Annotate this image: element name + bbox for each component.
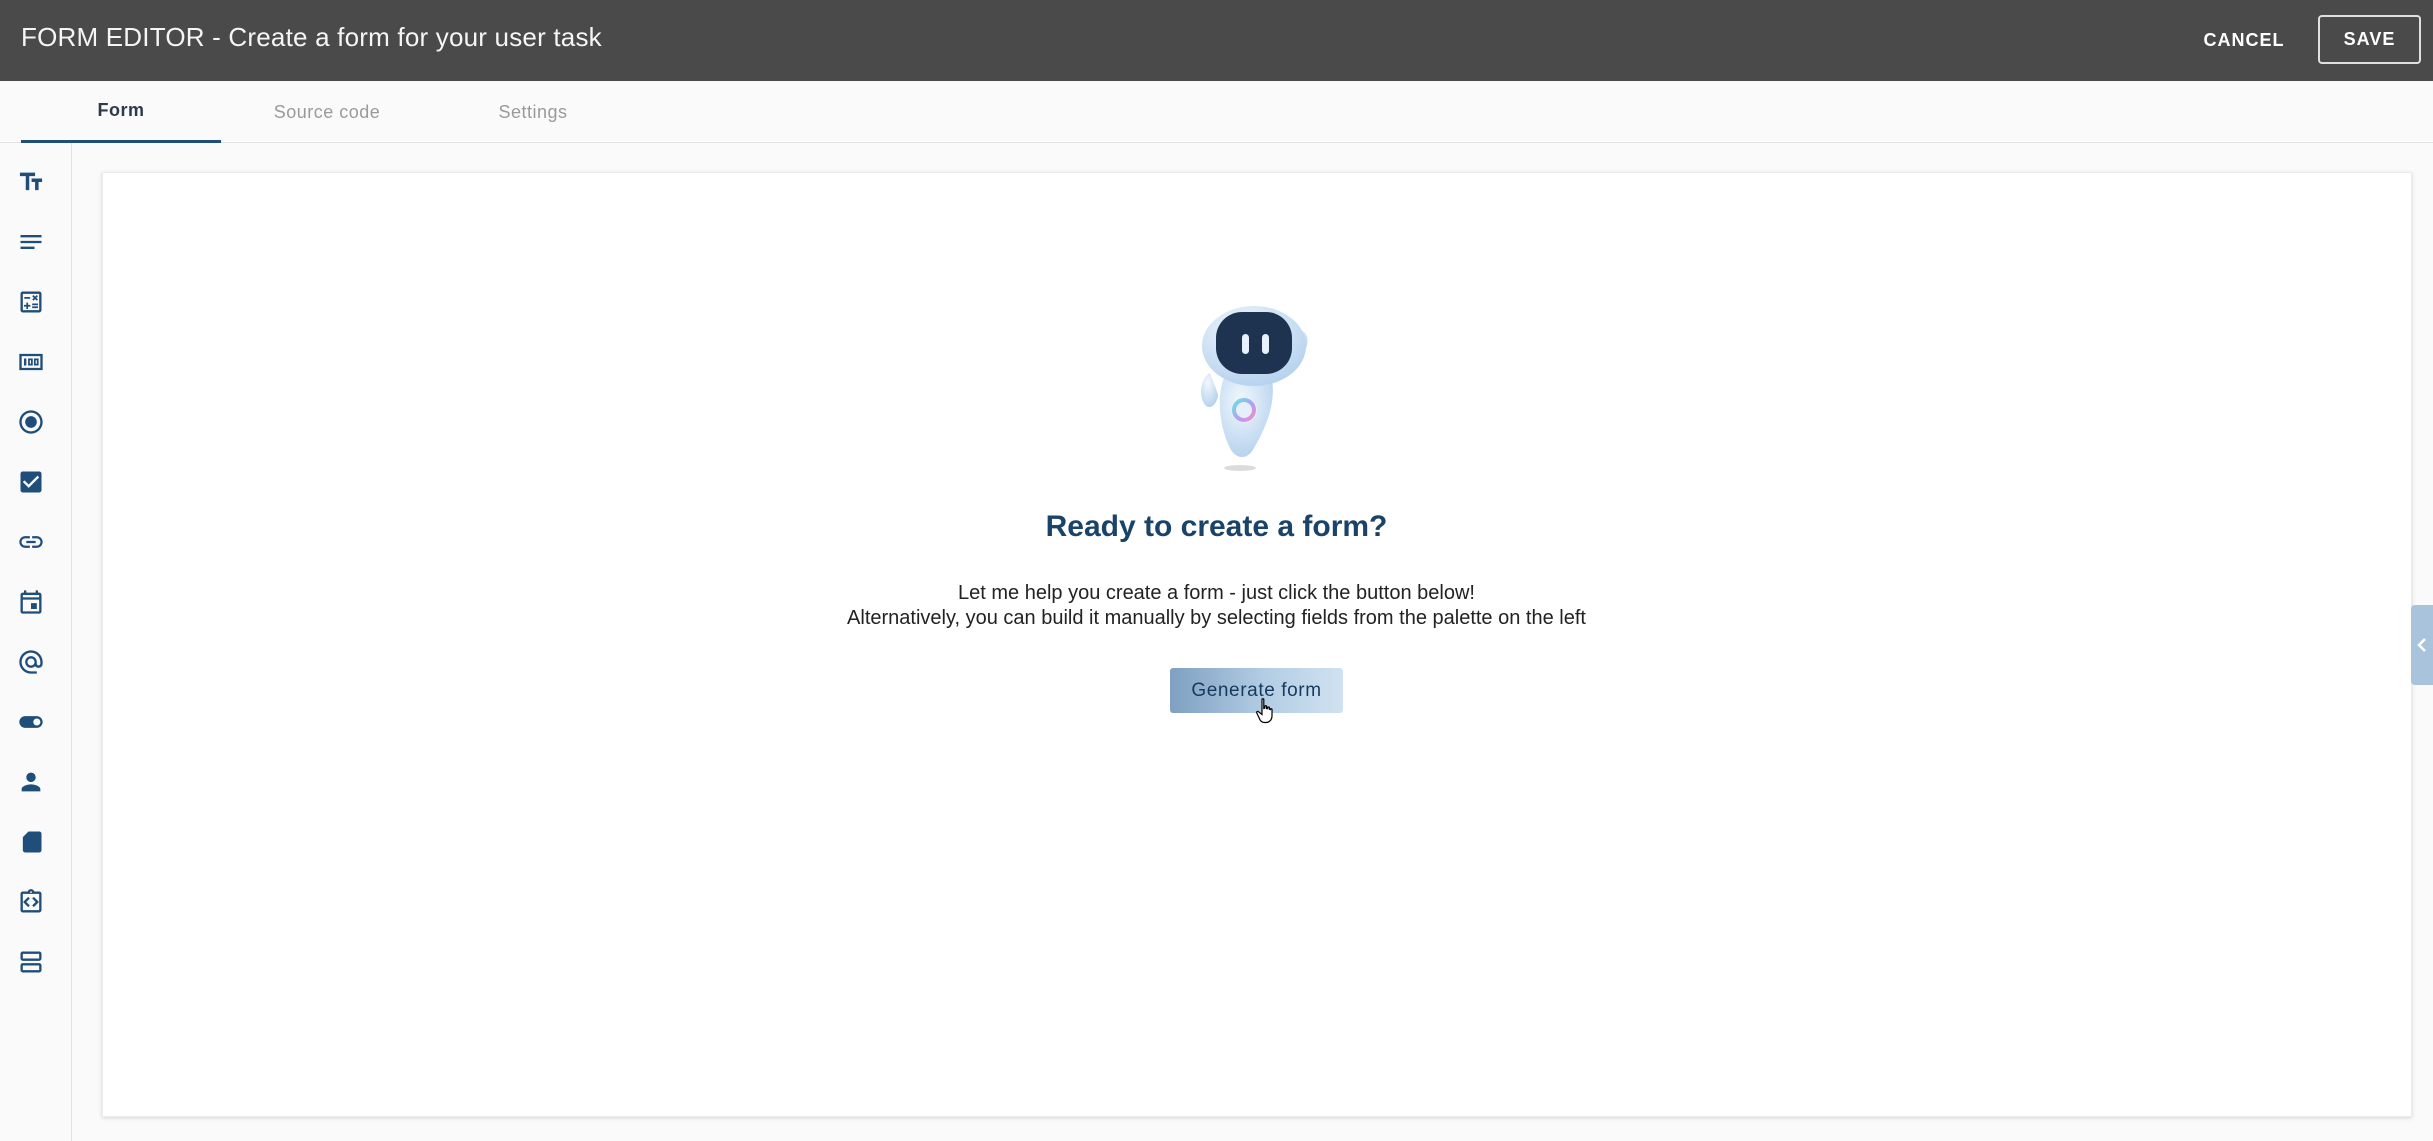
save-button[interactable]: SAVE xyxy=(2318,15,2421,64)
page-title: FORM EDITOR - Create a form for your use… xyxy=(21,22,602,52)
chevron-left-icon xyxy=(2417,638,2426,652)
hand-cursor-icon xyxy=(1256,698,1273,724)
tab-bar: Form Source code Settings xyxy=(0,81,2433,143)
at-sign-icon[interactable] xyxy=(14,645,48,679)
empty-state-line-2: Alternatively, you can build it manually… xyxy=(847,607,1586,629)
tab-source-code[interactable]: Source code xyxy=(227,81,427,143)
checkbox-icon[interactable] xyxy=(14,465,48,499)
paragraph-icon[interactable] xyxy=(14,225,48,259)
field-palette xyxy=(0,143,72,1141)
empty-state-title: Ready to create a form? xyxy=(1045,510,1388,543)
calculator-icon[interactable] xyxy=(14,285,48,319)
tab-settings[interactable]: Settings xyxy=(433,81,633,143)
tab-form[interactable]: Form xyxy=(21,81,221,143)
code-icon[interactable] xyxy=(14,885,48,919)
section-icon[interactable] xyxy=(14,945,48,979)
radio-icon[interactable] xyxy=(14,405,48,439)
robot-illustration xyxy=(1201,306,1308,471)
file-icon[interactable] xyxy=(14,825,48,859)
empty-state-line-1: Let me help you create a form - just cli… xyxy=(958,582,1475,604)
cancel-button[interactable]: CANCEL xyxy=(2190,17,2298,63)
number-icon[interactable] xyxy=(14,345,48,379)
text-size-icon[interactable] xyxy=(14,165,48,199)
header-bar: FORM EDITOR - Create a form for your use… xyxy=(0,0,2433,81)
toggle-icon[interactable] xyxy=(14,705,48,739)
properties-panel-toggle[interactable] xyxy=(2411,605,2433,685)
person-icon[interactable] xyxy=(14,765,48,799)
